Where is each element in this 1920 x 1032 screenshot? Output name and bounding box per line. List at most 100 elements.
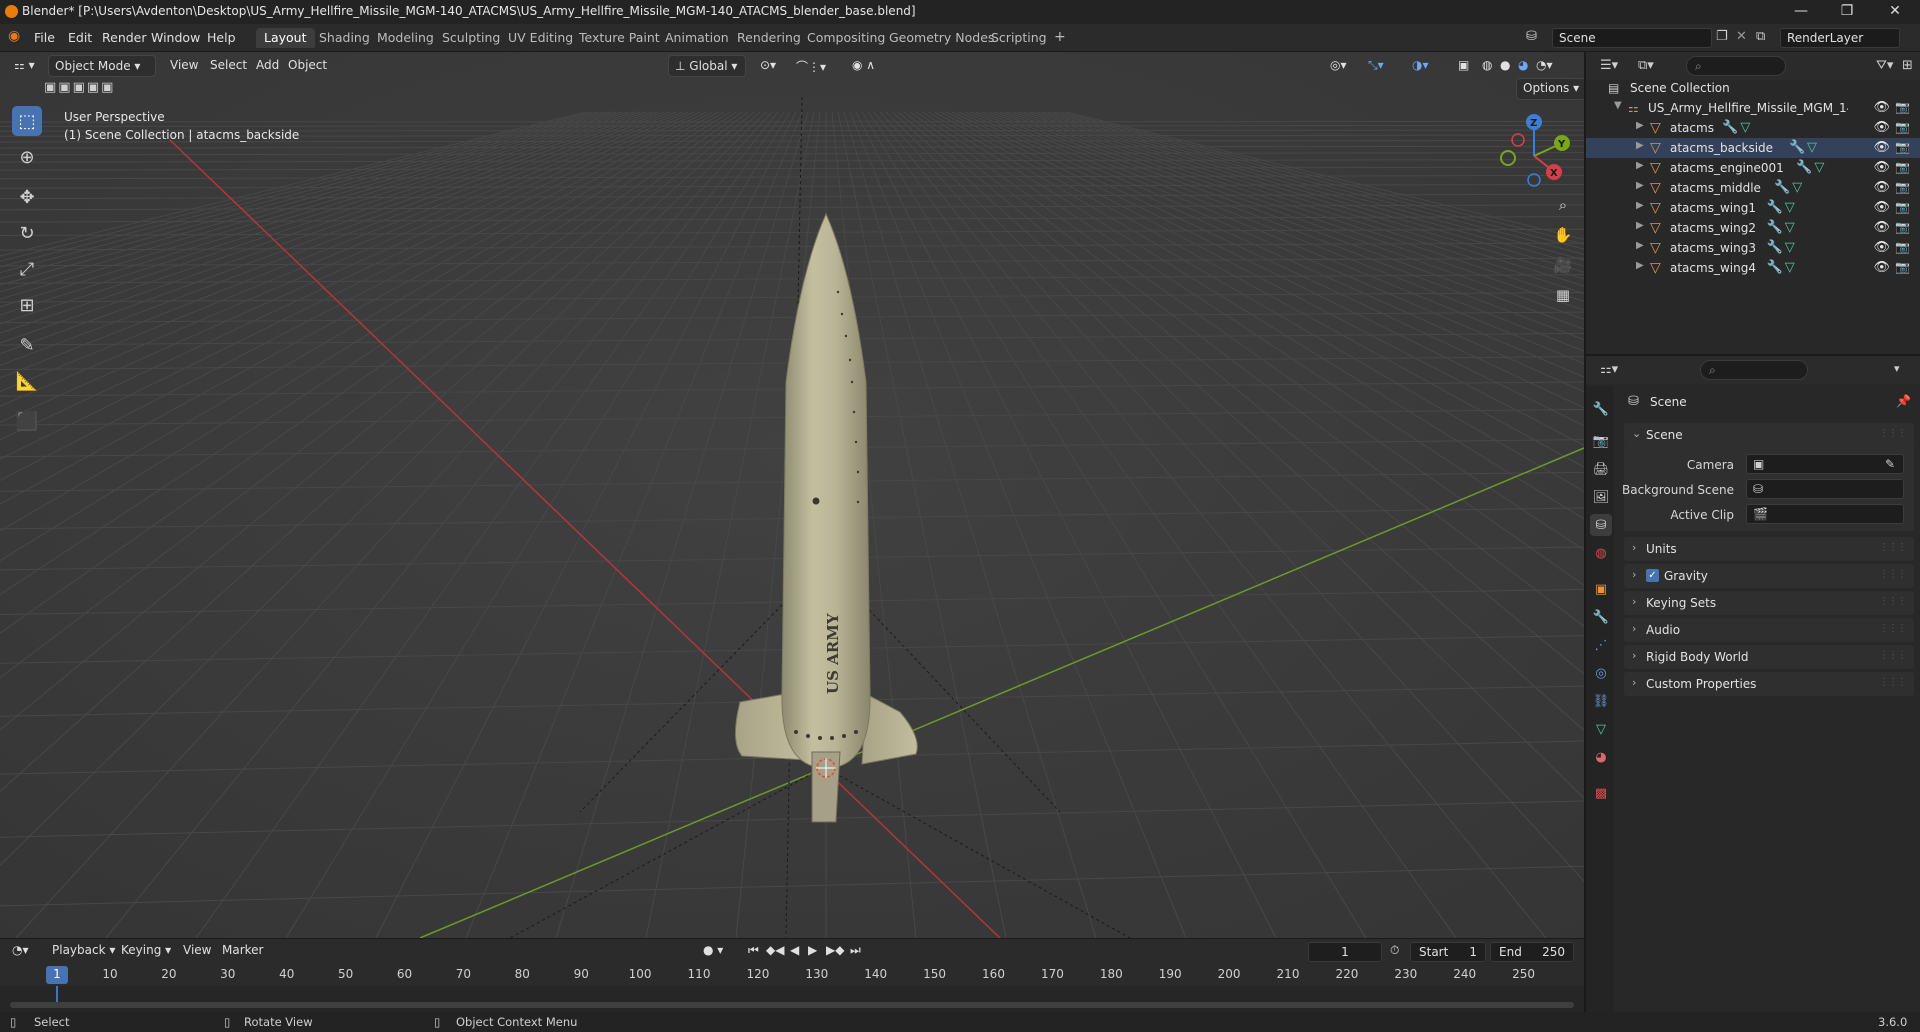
drag-grip-icon[interactable]: ⋮⋮⋮ <box>1879 623 1907 634</box>
minimize-button[interactable]: — <box>1778 0 1824 24</box>
scene-selector-icon[interactable]: ⛁ <box>1526 29 1537 44</box>
expand-object-icon[interactable]: ▶ <box>1636 160 1644 171</box>
object-visibility-icon[interactable]: 👁 <box>1873 140 1890 155</box>
object-render-icon[interactable]: 📷 <box>1895 120 1910 134</box>
start-frame-field[interactable]: Start 1 <box>1410 942 1486 962</box>
pan-hand-icon[interactable]: ✋ <box>1550 222 1576 248</box>
xray-icon[interactable]: ▣ <box>1452 55 1475 77</box>
panel-rigid-body-world[interactable]: › Rigid Body World ⋮⋮⋮ <box>1624 645 1914 669</box>
area-divider-horizontal[interactable] <box>1586 354 1920 356</box>
camera-view-icon[interactable]: 🎥 <box>1550 252 1576 278</box>
tab-modeling[interactable]: Modeling <box>369 28 442 48</box>
physics-tab-icon[interactable]: ◎ <box>1590 662 1612 684</box>
viewport-menu-object[interactable]: Object <box>282 55 333 77</box>
data-tab-icon[interactable]: ▽ <box>1590 718 1612 740</box>
viewport-menu-add[interactable]: Add <box>250 55 285 77</box>
eyedropper-icon[interactable]: ✎ <box>1885 457 1895 471</box>
outliner-object-row[interactable]: ▶ ▽ atacms_wing2 🔧 ▽ 👁 📷 <box>1586 218 1920 238</box>
close-button[interactable]: ✕ <box>1872 0 1918 24</box>
snap-icon[interactable]: ⌒⋮▾ <box>790 55 832 77</box>
view-layer-icon[interactable]: ⧉ <box>1756 29 1765 44</box>
expand-object-icon[interactable]: ▶ <box>1636 220 1644 231</box>
outliner-row-scene-collection[interactable]: ▤ Scene Collection <box>1586 78 1920 98</box>
transform-tool-icon[interactable]: ⊞ <box>12 290 42 320</box>
modifier-icon[interactable]: 🔧 <box>1789 140 1805 155</box>
perspective-grid-icon[interactable]: ▦ <box>1550 282 1576 308</box>
outliner-row-collection[interactable]: ▼ ⚏ US_Army_Hellfire_Missile_MGM_140_A 👁… <box>1586 98 1920 118</box>
object-visibility-icon[interactable]: 👁 <box>1873 260 1890 275</box>
render-layer-field[interactable]: RenderLayer <box>1780 28 1900 48</box>
scale-tool-icon[interactable]: ⤢ <box>12 254 42 284</box>
modifier-icon[interactable]: 🔧 <box>1774 180 1790 195</box>
tab-rendering[interactable]: Rendering <box>729 28 809 48</box>
object-visibility-icon[interactable]: 👁 <box>1873 180 1890 195</box>
proportional-edit-icon[interactable]: ◉ ∧ <box>846 55 881 77</box>
modifier-icon[interactable]: 🔧 <box>1767 260 1783 275</box>
object-render-icon[interactable]: 📷 <box>1895 200 1910 214</box>
tab-animation[interactable]: Animation <box>657 28 737 48</box>
outliner-editor-type-icon[interactable]: ☰▾ <box>1600 58 1618 73</box>
outliner-object-row[interactable]: ▶ ▽ atacms_backside 🔧 ▽ 👁 📷 <box>1586 138 1920 158</box>
timeline-menu-playback[interactable]: Playback ▾ <box>52 943 115 957</box>
menu-edit[interactable]: Edit <box>68 30 92 45</box>
object-render-icon[interactable]: 📷 <box>1895 140 1910 154</box>
timeline-editor-type-icon[interactable]: ◔▾ <box>12 943 29 957</box>
mesh-data-icon[interactable]: ▽ <box>1785 220 1795 235</box>
mesh-data-icon[interactable]: ▽ <box>1785 260 1795 275</box>
camera-field[interactable]: ▣ ✎ <box>1746 454 1904 474</box>
rotate-tool-icon[interactable]: ↻ <box>12 218 42 248</box>
record-icon[interactable]: ● ▾ <box>703 943 723 957</box>
tab-scripting[interactable]: Scripting <box>983 28 1055 48</box>
world-tab-icon[interactable]: ◍ <box>1590 542 1612 564</box>
tool-tab-icon[interactable]: 🔧 <box>1590 398 1612 420</box>
move-tool-icon[interactable]: ✥ <box>12 182 42 212</box>
object-render-icon[interactable]: 📷 <box>1895 180 1910 194</box>
shading-rendered-icon[interactable]: ◔▾ <box>1530 55 1559 77</box>
gizmo-toggle-icon[interactable]: ⤡▾ <box>1362 55 1390 77</box>
tab-layout[interactable]: Layout <box>256 28 315 48</box>
tab-compositing[interactable]: Compositing <box>799 28 893 48</box>
timeline-menu-marker[interactable]: Marker <box>222 943 263 957</box>
next-keyframe-icon[interactable]: ▶◆ <box>826 943 844 957</box>
drag-grip-icon[interactable]: ⋮⋮⋮ <box>1879 542 1907 553</box>
jump-start-icon[interactable]: ⏮ <box>748 943 759 958</box>
3d-viewport[interactable]: US ARMY Z Y X ⚏ ▾ Object Mode ▾ View Sel… <box>0 52 1584 938</box>
timeline-scrollbar[interactable] <box>10 1002 1574 1008</box>
preview-range-icon[interactable]: ⏱ <box>1390 943 1399 958</box>
filter-icon[interactable]: ⛛▾ <box>1876 58 1893 73</box>
panel-custom-properties[interactable]: › Custom Properties ⋮⋮⋮ <box>1624 672 1914 696</box>
annotate-tool-icon[interactable]: ✎ <box>12 330 42 360</box>
outliner-object-row[interactable]: ▶ ▽ atacms_wing4 🔧 ▽ 👁 📷 <box>1586 258 1920 278</box>
visibility-icon[interactable]: ◎▾ <box>1324 55 1353 77</box>
viewport-menu-view[interactable]: View <box>164 55 204 77</box>
particles-tab-icon[interactable]: ⋰ <box>1590 634 1612 656</box>
mesh-data-icon[interactable]: ▽ <box>1785 200 1795 215</box>
outliner-object-row[interactable]: ▶ ▽ atacms_engine001 🔧 ▽ 👁 📷 <box>1586 158 1920 178</box>
menu-render[interactable]: Render <box>102 30 147 45</box>
play-reverse-icon[interactable]: ◀ <box>790 943 799 957</box>
delete-scene-icon[interactable]: ✕ <box>1736 29 1747 44</box>
outliner-object-row[interactable]: ▶ ▽ atacms 🔧 ▽ 👁 📷 <box>1586 118 1920 138</box>
mesh-data-icon[interactable]: ▽ <box>1792 180 1802 195</box>
prev-keyframe-icon[interactable]: ◆◀ <box>766 943 784 957</box>
menu-file[interactable]: File <box>34 30 55 45</box>
current-frame-field[interactable]: 1 <box>1308 942 1382 962</box>
object-mode-dropdown[interactable]: Object Mode ▾ <box>48 55 156 77</box>
timeline-menu-keying[interactable]: Keying ▾ <box>121 943 171 957</box>
properties-editor-type-icon[interactable]: ⚏▾ <box>1600 362 1618 377</box>
outliner-search-input[interactable]: ⌕ <box>1686 56 1786 76</box>
active-clip-field[interactable]: 🎬 <box>1746 504 1904 524</box>
render-tab-icon[interactable]: 📷 <box>1590 430 1612 452</box>
select-box-tool-icon[interactable]: ⬚ <box>12 106 42 136</box>
panel-audio[interactable]: › Audio ⋮⋮⋮ <box>1624 618 1914 642</box>
options-button[interactable]: Options ▾ <box>1516 78 1584 100</box>
new-scene-icon[interactable]: ❐ <box>1716 29 1728 44</box>
object-visibility-icon[interactable]: 👁 <box>1873 160 1890 175</box>
tab-texture-paint[interactable]: Texture Paint <box>571 28 668 48</box>
object-tab-icon[interactable]: ▣ <box>1590 578 1612 600</box>
timeline-keyframe-area[interactable] <box>0 986 1584 1012</box>
select-mode-icons[interactable]: ▣▣▣▣▣ <box>44 80 115 95</box>
object-visibility-icon[interactable]: 👁 <box>1873 120 1890 135</box>
panel-gravity[interactable]: › ✓ Gravity ⋮⋮⋮ <box>1624 564 1914 588</box>
play-icon[interactable]: ▶ <box>808 943 817 957</box>
